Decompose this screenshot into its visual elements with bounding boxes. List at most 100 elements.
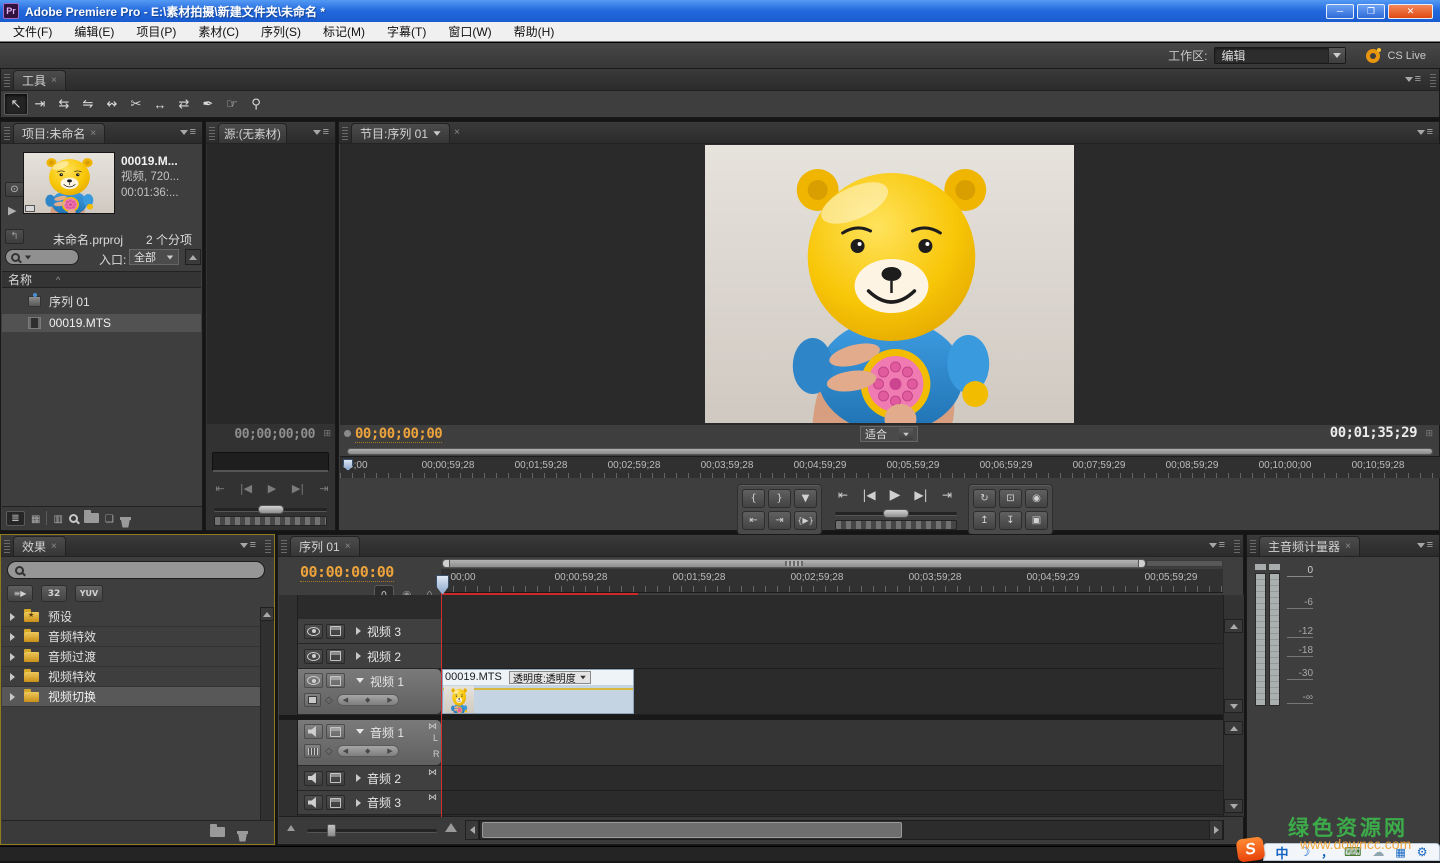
- expand-icon[interactable]: [10, 633, 15, 641]
- panel-menu-icon[interactable]: ≡: [1417, 126, 1439, 143]
- expand-track-icon[interactable]: [356, 652, 361, 660]
- audio-track-1-lane[interactable]: [441, 720, 1223, 766]
- work-area-bar[interactable]: [442, 559, 1146, 568]
- panel-grip[interactable]: [342, 127, 348, 141]
- panel-menu-icon[interactable]: ≡: [1417, 539, 1439, 556]
- show-keyframes-button[interactable]: ◇: [325, 695, 333, 706]
- automate-to-sequence-button[interactable]: ▥: [53, 509, 62, 527]
- hand-tool-button[interactable]: ☞: [220, 93, 244, 115]
- up-one-level-button[interactable]: ↰: [5, 229, 24, 244]
- close-tab-icon[interactable]: ×: [345, 541, 351, 552]
- step-forward-button[interactable]: ▶|: [286, 482, 310, 495]
- add-remove-keyframe-button[interactable]: ◆: [365, 747, 370, 755]
- track-height-toggle-icon[interactable]: ⋈: [428, 721, 437, 732]
- hscroll-track[interactable]: [479, 820, 1224, 840]
- mark-in-button[interactable]: {: [742, 489, 765, 508]
- fit-icon[interactable]: ⊞: [1425, 428, 1433, 439]
- audio-track-3-lane[interactable]: [441, 791, 1223, 815]
- search-input[interactable]: [5, 249, 79, 265]
- tab-effects[interactable]: 效果 ×: [13, 536, 66, 556]
- close-tab-icon[interactable]: ×: [51, 75, 57, 86]
- safe-margins-button[interactable]: ⊡: [999, 489, 1022, 508]
- audio-scroll-down-button[interactable]: [1224, 799, 1243, 813]
- menu-window[interactable]: 窗口(W): [437, 22, 502, 41]
- work-area-track[interactable]: [1146, 560, 1223, 567]
- shuttle-thumb[interactable]: [883, 509, 909, 518]
- bit-depth-filter-button[interactable]: 32: [41, 585, 67, 602]
- maximize-button[interactable]: ❐: [1357, 4, 1385, 19]
- track-header-audio-3[interactable]: 音频 3: [298, 791, 441, 815]
- ripple-edit-tool-button[interactable]: ⇆: [52, 93, 76, 115]
- new-item-button[interactable]: ❏: [105, 509, 114, 527]
- video-scroll-up-button[interactable]: [1224, 619, 1243, 633]
- zoom-in-button[interactable]: [445, 823, 457, 832]
- expand-track-icon[interactable]: [356, 627, 361, 635]
- sync-lock-button[interactable]: [326, 649, 345, 664]
- zoom-out-button[interactable]: [287, 825, 295, 831]
- previous-keyframe-button[interactable]: ◀: [343, 696, 348, 704]
- chevron-down-icon[interactable]: [433, 131, 440, 136]
- effects-folder-audio-effects[interactable]: 音频特效: [2, 627, 260, 647]
- loop-button[interactable]: ↻: [973, 489, 996, 508]
- program-zoom-bar[interactable]: [835, 520, 957, 530]
- scroll-up-button[interactable]: [185, 249, 201, 265]
- zoom-level-select[interactable]: 适合: [860, 426, 918, 442]
- tab-source[interactable]: 源:(无素材): [218, 123, 287, 143]
- tab-project[interactable]: 项目:未命名 ×: [13, 123, 105, 143]
- panel-grip[interactable]: [281, 540, 287, 554]
- selection-tool-button[interactable]: ↖: [4, 93, 28, 115]
- tab-audio-meter[interactable]: 主音频计量器 ×: [1259, 536, 1360, 556]
- new-bin-button[interactable]: [84, 513, 99, 523]
- fit-icon[interactable]: ⊞: [323, 428, 331, 439]
- track-header-audio-2[interactable]: 音频 2: [298, 766, 441, 791]
- audio-track-2-lane[interactable]: [441, 766, 1223, 791]
- menu-project[interactable]: 项目(P): [125, 22, 187, 41]
- expand-track-icon[interactable]: [356, 799, 361, 807]
- track-header-audio-1[interactable]: 音频 1: [298, 720, 441, 766]
- workspace-dropdown-button[interactable]: [1328, 48, 1345, 63]
- timeline-zoom-thumb[interactable]: [327, 824, 336, 837]
- play-button[interactable]: ▶: [883, 487, 907, 503]
- effects-folder-video-effects[interactable]: 视频特效: [2, 667, 260, 687]
- shuttle-thumb[interactable]: [258, 505, 284, 514]
- menu-file[interactable]: 文件(F): [2, 22, 63, 41]
- timeline-ruler[interactable]: 00;00 00;00;59;28 00;01;59;28 00;02;59;2…: [441, 569, 1223, 593]
- keyframe-navigator[interactable]: ◀ ◆ ▶: [337, 745, 399, 757]
- show-keyframes-button[interactable]: ◇: [325, 746, 333, 757]
- zoom-tool-button[interactable]: ⚲: [244, 93, 268, 115]
- play-button[interactable]: ▶: [260, 482, 284, 495]
- timeline-clip-00019[interactable]: 00019.MTS 透明度:透明度: [442, 669, 634, 714]
- program-time-ruler[interactable]: 00;00 00;00;59;28 00;01;59;28 00;02;59;2…: [340, 456, 1440, 478]
- close-tab-icon[interactable]: ×: [51, 541, 57, 552]
- toggle-track-output-button[interactable]: [304, 624, 323, 639]
- pen-tool-button[interactable]: ✒: [196, 93, 220, 115]
- lift-button[interactable]: ↥: [973, 511, 996, 530]
- find-button[interactable]: [69, 514, 78, 523]
- track-height-toggle-icon[interactable]: ⋈: [428, 792, 437, 803]
- work-area-end-handle[interactable]: [1138, 559, 1146, 568]
- program-timecode-current[interactable]: 00;00;00;00: [355, 426, 442, 443]
- go-to-out-button[interactable]: ⇥: [768, 511, 791, 530]
- scrollbar-track[interactable]: [260, 621, 274, 821]
- rolling-edit-tool-button[interactable]: ⇋: [76, 93, 100, 115]
- panel-menu-icon[interactable]: ≡: [1209, 539, 1231, 556]
- ime-chinese-mode-button[interactable]: 中: [1275, 843, 1288, 862]
- list-item-sequence[interactable]: 序列 01: [2, 292, 201, 310]
- delete-button[interactable]: [120, 517, 131, 520]
- name-column-header[interactable]: 名称 ^: [2, 271, 201, 288]
- go-to-in-button[interactable]: ⇤: [742, 511, 765, 530]
- accelerated-effects-filter-button[interactable]: ≡▶: [7, 585, 33, 602]
- go-to-out-button[interactable]: ⇥: [312, 482, 336, 495]
- delete-custom-item-button[interactable]: [237, 831, 248, 834]
- poster-frame-button[interactable]: ⊙: [5, 182, 24, 197]
- panel-menu-icon[interactable]: ≡: [180, 126, 202, 143]
- thumbnail-scrubber[interactable]: [25, 205, 35, 212]
- new-custom-bin-button[interactable]: [210, 827, 225, 837]
- expand-icon[interactable]: [10, 653, 15, 661]
- ime-settings-icon[interactable]: ⚙: [1417, 845, 1428, 859]
- scroll-up-button[interactable]: [260, 607, 274, 621]
- close-tab-icon[interactable]: ×: [454, 127, 460, 138]
- extract-button[interactable]: ↧: [999, 511, 1022, 530]
- sync-lock-button[interactable]: [326, 624, 345, 639]
- sync-lock-button[interactable]: [326, 771, 345, 786]
